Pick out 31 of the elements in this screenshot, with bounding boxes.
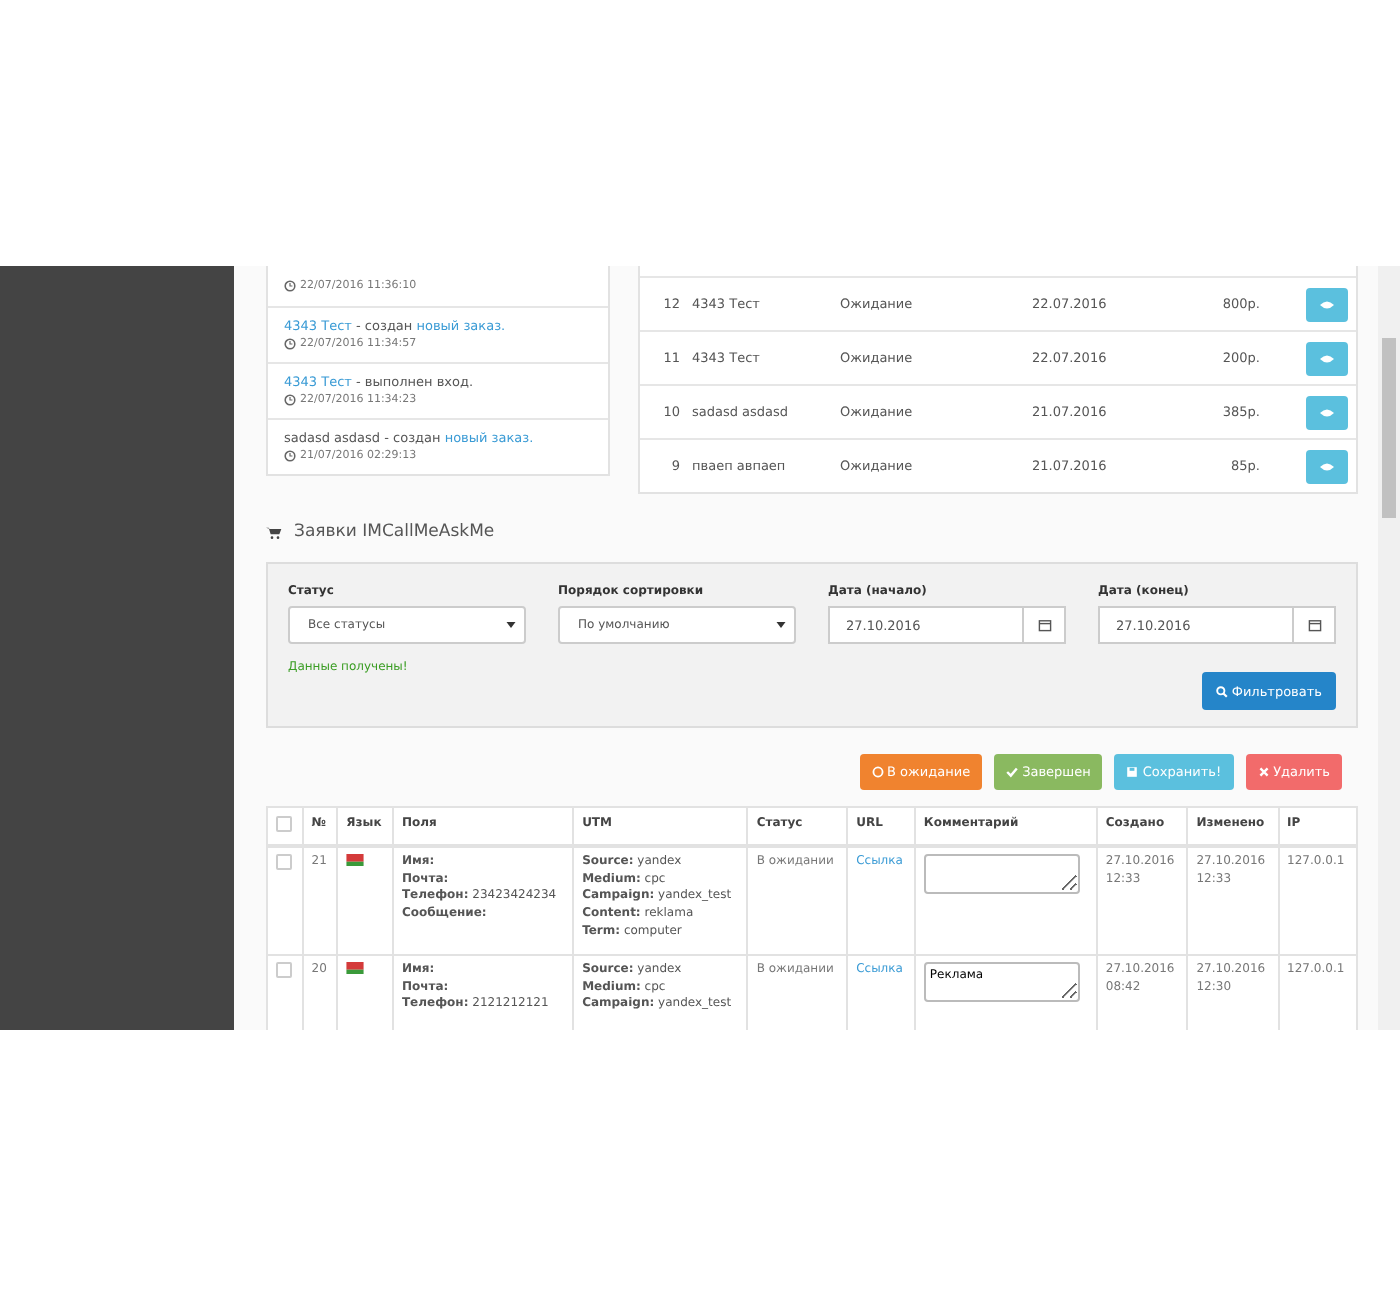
search-icon: [1215, 685, 1228, 697]
calendar-icon: [1307, 618, 1321, 632]
calendar-icon: [1037, 618, 1051, 632]
cart-icon: [266, 525, 282, 539]
eye-icon: [1320, 461, 1334, 471]
section-title: Заявки IMCallMeAskMe: [294, 522, 495, 542]
clock-icon: [284, 394, 296, 406]
caret-icon: [776, 622, 786, 628]
circle-icon: [871, 766, 884, 778]
view-button[interactable]: [1306, 449, 1348, 483]
select-all-checkbox[interactable]: [276, 816, 292, 832]
flag-icon: [346, 854, 365, 866]
calendar-button[interactable]: [1294, 606, 1336, 644]
clock-icon: [284, 450, 296, 462]
view-button[interactable]: [1306, 341, 1348, 375]
comment-field[interactable]: [923, 854, 1080, 894]
check-icon: [1006, 766, 1019, 778]
view-button[interactable]: [1306, 395, 1348, 429]
view-button[interactable]: [1306, 287, 1348, 321]
row-checkbox[interactable]: [276, 854, 292, 870]
flag-icon: [346, 962, 365, 974]
close-icon: [1257, 766, 1270, 778]
floppy-icon: [1126, 766, 1139, 778]
calendar-button[interactable]: [1024, 606, 1066, 644]
eye-icon: [1320, 407, 1334, 417]
clock-icon: [284, 338, 296, 350]
clock-icon: [284, 279, 296, 291]
caret-icon: [506, 622, 516, 628]
row-checkbox[interactable]: [276, 962, 292, 978]
eye-icon: [1320, 299, 1334, 309]
eye-icon: [1320, 353, 1334, 363]
